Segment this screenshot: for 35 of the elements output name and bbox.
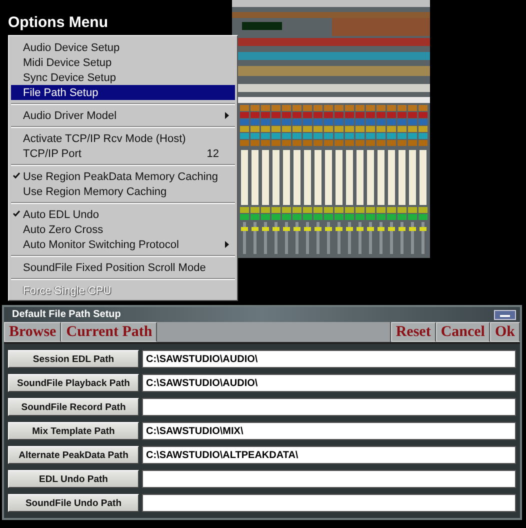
menu-item[interactable]: SoundFile Fixed Position Scroll Mode xyxy=(11,260,235,275)
menu-item[interactable]: Use Region PeakData Memory Caching xyxy=(11,169,235,184)
path-button[interactable]: Mix Template Path xyxy=(8,422,139,440)
path-button[interactable]: SoundFile Playback Path xyxy=(8,374,139,392)
path-button[interactable]: Alternate PeakData Path xyxy=(8,446,139,464)
path-field[interactable] xyxy=(142,398,516,416)
toolbar-button[interactable]: Current Path xyxy=(61,322,158,342)
menu-item[interactable]: Audio Driver Model xyxy=(11,108,235,123)
menu-title: Options Menu xyxy=(8,14,108,32)
path-button[interactable]: Session EDL Path xyxy=(8,350,139,368)
path-button[interactable]: SoundFile Undo Path xyxy=(8,494,139,512)
path-field[interactable]: C:\SAWSTUDIO\AUDIO\ xyxy=(142,350,516,368)
menu-item[interactable]: Auto EDL Undo xyxy=(11,207,235,222)
menu-item[interactable]: Auto Monitor Switching Protocol xyxy=(11,237,235,252)
minimize-button[interactable] xyxy=(494,310,516,320)
path-field[interactable]: C:\SAWSTUDIO\AUDIO\ xyxy=(142,374,516,392)
path-button[interactable]: EDL Undo Path xyxy=(8,470,139,488)
toolbar-button[interactable]: Reset xyxy=(390,322,436,342)
menu-item[interactable]: Audio Device Setup xyxy=(11,40,235,55)
path-field[interactable] xyxy=(142,494,516,512)
toolbar-button[interactable]: Ok xyxy=(490,322,520,342)
menu-item[interactable]: Use Region Memory Caching xyxy=(11,184,235,199)
path-field[interactable]: C:\SAWSTUDIO\ALTPEAKDATA\ xyxy=(142,446,516,464)
menu-item[interactable]: Sync Device Setup xyxy=(11,70,235,85)
toolbar-button[interactable]: Browse xyxy=(4,322,62,342)
path-field[interactable]: C:\SAWSTUDIO\MIX\ xyxy=(142,422,516,440)
path-button[interactable]: SoundFile Record Path xyxy=(8,398,139,416)
menu-item[interactable]: Activate TCP/IP Rcv Mode (Host) xyxy=(11,131,235,146)
menu-item[interactable]: File Path Setup xyxy=(11,85,235,100)
menu-item[interactable]: Auto Zero Cross xyxy=(11,222,235,237)
toolbar-button[interactable]: Cancel xyxy=(436,322,490,342)
dialog-title: Default File Path Setup xyxy=(12,309,121,320)
path-field[interactable] xyxy=(142,470,516,488)
menu-item[interactable]: Midi Device Setup xyxy=(11,55,235,70)
menu-item[interactable]: TCP/IP Port 12 xyxy=(11,146,235,161)
